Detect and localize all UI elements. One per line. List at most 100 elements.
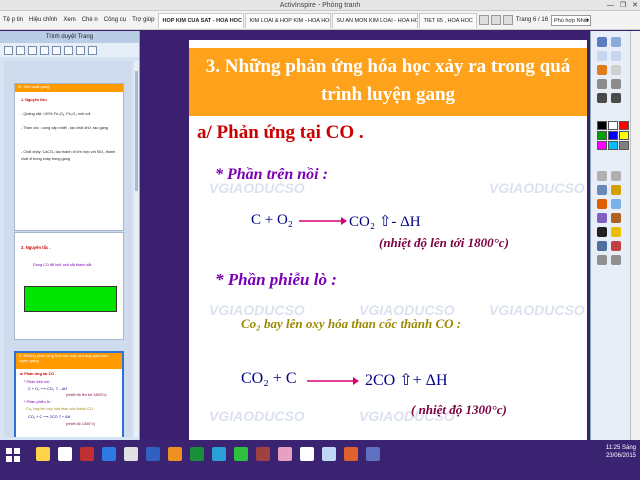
window-title: ActivInspire - Phòng tranh [279, 2, 361, 9]
page-thumbnail-6[interactable]: 3. Những phản ứng hóa học xảy ra trong q… [14, 351, 124, 437]
menu-edit[interactable]: Hiệu chỉnh [26, 17, 60, 23]
eraser-icon[interactable] [611, 79, 621, 89]
equation-1-right: CO₂ ⇧- ΔH [349, 214, 421, 230]
taskbar-app-icon[interactable] [212, 447, 226, 461]
thumbnail-scrollbar[interactable] [134, 61, 139, 437]
taskbar-app-icon[interactable] [102, 447, 116, 461]
line-tool-icon[interactable] [597, 241, 607, 251]
system-tray-clock[interactable]: 11:25 Sáng 23/06/2015 [606, 444, 636, 460]
color-swatch-blue[interactable] [608, 131, 618, 140]
browser-objects-icon[interactable] [28, 45, 37, 55]
flipchart-page[interactable]: VGIAODUCSO VGIAODUCSO VGIAODUCSO VGIAODU… [189, 40, 587, 440]
window-titlebar: ActivInspire - Phòng tranh — ❐ ✕ [0, 0, 640, 11]
taskbar-app-icon[interactable] [80, 447, 94, 461]
browser-close-icon[interactable] [88, 45, 97, 55]
taskbar-app-icon[interactable] [234, 447, 248, 461]
new-page-icon[interactable] [597, 51, 607, 61]
taskbar-app-icon[interactable] [278, 447, 292, 461]
menu-help[interactable]: Trợ giúp [129, 17, 157, 23]
tab-flipchart-4[interactable]: TIET 65 , HOA HOC [419, 12, 477, 28]
canvas-scrollbar[interactable] [630, 31, 640, 440]
clear-icon[interactable] [597, 213, 607, 223]
next-page-icon[interactable] [502, 15, 513, 25]
shape-icon[interactable] [597, 93, 607, 103]
watermark-logo: VGIAODUCSO [489, 180, 585, 196]
thumb-line: - Quặng sắt: >30% Fe₃O₄ ,Fe₂O₃ mới cốt [21, 112, 91, 116]
zoom-dropdown[interactable]: Phù hợp Nhất [551, 14, 592, 26]
pointer-icon[interactable] [597, 171, 607, 181]
color-swatch-magenta[interactable] [597, 141, 607, 150]
prev-page-icon[interactable] [490, 15, 501, 25]
browser-actions-icon[interactable] [64, 45, 73, 55]
tab-flipchart-1[interactable]: HOP KIM CUA SAT - HOA HOC 1 [158, 12, 245, 28]
close-button[interactable]: ✕ [632, 0, 638, 11]
minimize-button[interactable]: — [607, 0, 614, 11]
highlighter-icon[interactable] [611, 65, 621, 75]
thumb-title: 3. Những phản ứng hóa học xảy ra trong q… [16, 353, 122, 369]
browser-properties-icon[interactable] [52, 45, 61, 55]
taskbar-app-icon[interactable] [190, 447, 204, 461]
taskbar-app-icon[interactable] [168, 447, 182, 461]
windows-start-icon[interactable] [6, 448, 20, 462]
connector-icon[interactable] [611, 93, 621, 103]
text-tool-icon[interactable] [597, 227, 607, 237]
maximize-button[interactable]: ❐ [620, 0, 626, 11]
menu-file[interactable]: Tệ p tin [0, 17, 26, 23]
page-thumbnail-4[interactable]: III. Sản xuất gang 1. Nguyên liệu - Quặn… [14, 83, 124, 231]
taskbar-app-icon[interactable] [366, 447, 380, 461]
color-swatch-white[interactable] [608, 121, 618, 130]
taskbar-app-icon[interactable] [300, 447, 314, 461]
page-thumbnail-5[interactable]: 2. Nguyên tắc . Dùng CO để khử oxit sắt … [14, 232, 124, 340]
shape-tool-icon[interactable] [611, 227, 621, 237]
slide-title-banner: 3. Những phản ứng hóa học xảy ra trong q… [189, 48, 587, 116]
taskbar-app-icon[interactable] [36, 447, 50, 461]
thumb-line: chất xỉ trong chảy trong gang [21, 157, 70, 161]
tab-flipchart-3[interactable]: SU AN MON KIM LOAI - HOA HOC 1 [332, 12, 419, 28]
menu-insert[interactable]: Chè n [79, 17, 101, 23]
taskbar-app-icon[interactable] [58, 447, 72, 461]
color-swatch-yellow[interactable] [619, 131, 629, 140]
color-swatch-grey[interactable] [619, 141, 629, 150]
color-swatch-black[interactable] [597, 121, 607, 130]
pen-icon[interactable] [597, 65, 607, 75]
pen-tool-icon[interactable] [597, 185, 607, 195]
taskbar-app-icon[interactable] [124, 447, 138, 461]
marquee-icon[interactable] [611, 171, 621, 181]
browser-toggle-icon[interactable] [611, 37, 621, 47]
taskbar-app-icon[interactable] [256, 447, 270, 461]
browser-notes-icon[interactable] [40, 45, 49, 55]
tab-flipchart-2[interactable]: KIM LOAI & HOP KIM - HOA HOC 12 [245, 12, 332, 28]
select-icon[interactable] [597, 79, 607, 89]
browser-voting-icon[interactable] [76, 45, 85, 55]
trash-icon[interactable] [597, 255, 607, 265]
window-controls: — ❐ ✕ [607, 0, 638, 11]
section-upper-furnace: * Phần trên nồi : [215, 166, 328, 183]
thumb-line: (nhiệt độ 1300°c) [66, 422, 95, 426]
main-menu-icon[interactable] [597, 37, 607, 47]
tray-time: 11:25 Sáng [605, 445, 636, 451]
watermark-logo: VGIAODUCSO [489, 302, 585, 318]
section-funnel: * Phần phiễu lò : [215, 270, 337, 289]
connector-tool-icon[interactable] [611, 213, 621, 223]
highlighter-tool-icon[interactable] [611, 185, 621, 195]
browser-resources-icon[interactable] [16, 45, 25, 55]
taskbar-app-icon[interactable] [344, 447, 358, 461]
thumb-title: III. Sản xuất gang [15, 84, 123, 92]
taskbar-app-icon[interactable] [146, 447, 160, 461]
co2-oxidation-line: Co₂ bay lên oxy hóa than cốc thành CO : [241, 316, 462, 331]
magic-ink-icon[interactable] [611, 199, 621, 209]
color-swatch-red[interactable] [619, 121, 629, 130]
color-swatch-green[interactable] [597, 131, 607, 140]
tab-close-icon[interactable] [478, 15, 489, 25]
save-icon[interactable] [611, 51, 621, 61]
browser-pages-icon[interactable] [4, 45, 13, 55]
color-swatch-cyan[interactable] [608, 141, 618, 150]
spotlight-icon[interactable] [611, 241, 621, 251]
menu-view[interactable]: Xem [60, 17, 78, 23]
thumb-line: CO₂ + C ⟶ 2CO ⇧+ ΔH [28, 415, 71, 419]
taskbar-app-icon[interactable] [322, 447, 336, 461]
thumb-line: * Phần trên nồi : [24, 380, 52, 384]
menu-tools[interactable]: Công cụ [101, 17, 129, 23]
undo-icon[interactable] [611, 255, 621, 265]
fill-icon[interactable] [597, 199, 607, 209]
